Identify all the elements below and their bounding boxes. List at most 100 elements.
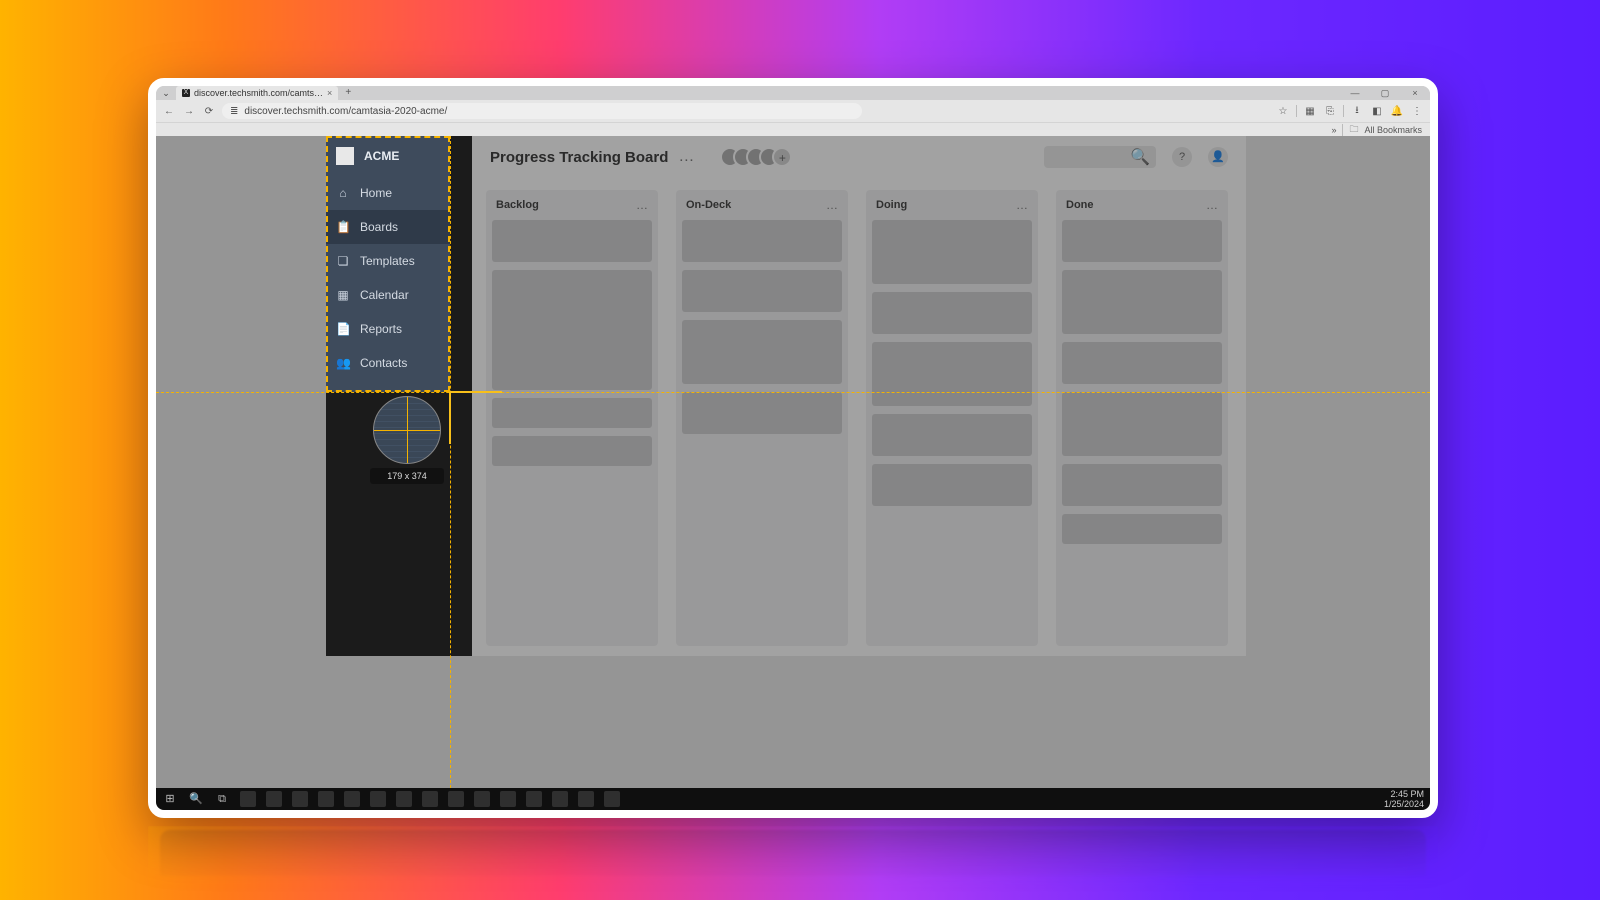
app-sidebar: ACME ⌂ Home 📋 Boards ❏ Templates <box>326 136 450 392</box>
toolbar-separator <box>1343 105 1344 117</box>
capture-edge-horizontal <box>450 391 502 393</box>
taskbar-app-icon[interactable] <box>370 791 386 807</box>
taskbar-app-icon[interactable] <box>396 791 412 807</box>
profile-icon[interactable]: 🔔 <box>1390 106 1404 117</box>
card-placeholder[interactable] <box>682 320 842 384</box>
tab-strip: ⌄ X discover.techsmith.com/camts… × + <box>156 86 354 100</box>
sidebar-item-label: Contacts <box>360 356 407 370</box>
tab-list-arrow-icon[interactable]: ⌄ <box>160 87 172 99</box>
taskbar-search-icon[interactable]: 🔍 <box>188 791 204 807</box>
reports-icon: 📄 <box>336 322 350 336</box>
gradient-stage: ⌄ X discover.techsmith.com/camts… × + — … <box>0 0 1600 900</box>
board-title-menu-icon[interactable]: … <box>678 148 694 166</box>
card-placeholder[interactable] <box>872 292 1032 334</box>
avatar[interactable] <box>746 147 766 167</box>
taskbar-app-icon[interactable] <box>552 791 568 807</box>
taskbar-app-icon[interactable] <box>318 791 334 807</box>
card-placeholder[interactable] <box>1062 392 1222 456</box>
site-info-icon[interactable]: ≣ <box>230 106 238 117</box>
card-placeholder[interactable] <box>492 436 652 466</box>
taskbar-app-icon[interactable] <box>500 791 516 807</box>
card-placeholder[interactable] <box>492 270 652 390</box>
bookmarks-separator <box>1342 124 1343 136</box>
card-placeholder[interactable] <box>492 220 652 262</box>
sidebar-item-calendar[interactable]: ▦ Calendar <box>326 278 450 312</box>
taskbar-app-icon[interactable] <box>240 791 256 807</box>
sidebar-item-templates[interactable]: ❏ Templates <box>326 244 450 278</box>
window-minimize-button[interactable]: — <box>1340 86 1370 100</box>
side-panel-icon[interactable]: ◧ <box>1370 106 1384 117</box>
taskbar-app-icon[interactable] <box>604 791 620 807</box>
capture-guide-horizontal <box>156 392 1430 393</box>
nav-reload-button[interactable]: ⟳ <box>202 106 216 117</box>
card-placeholder[interactable] <box>682 270 842 312</box>
taskbar-app-icon[interactable] <box>448 791 464 807</box>
column-menu-icon[interactable]: … <box>1016 198 1028 212</box>
sidebar-item-home[interactable]: ⌂ Home <box>326 176 450 210</box>
all-bookmarks-link[interactable]: All Bookmarks <box>1364 125 1422 135</box>
taskbar-app-icon[interactable] <box>578 791 594 807</box>
taskbar-app-icon[interactable] <box>474 791 490 807</box>
card-placeholder[interactable] <box>1062 464 1222 506</box>
sidebar-brand[interactable]: ACME <box>326 136 450 176</box>
help-button[interactable]: ? <box>1172 147 1192 167</box>
folder-icon: 🗀 <box>1349 122 1358 138</box>
search-icon: 🔍 <box>1130 147 1150 167</box>
sidebar-item-reports[interactable]: 📄 Reports <box>326 312 450 346</box>
avatar[interactable] <box>733 147 753 167</box>
card-placeholder[interactable] <box>1062 270 1222 334</box>
card-placeholder[interactable] <box>682 220 842 262</box>
sidebar-item-contacts[interactable]: 👥 Contacts <box>326 346 450 380</box>
column-menu-icon[interactable]: … <box>636 198 648 212</box>
board-search-input[interactable]: 🔍 <box>1044 146 1156 168</box>
card-placeholder[interactable] <box>492 398 652 428</box>
bookmark-star-icon[interactable]: ☆ <box>1276 106 1290 117</box>
avatar[interactable] <box>759 147 779 167</box>
card-placeholder[interactable] <box>682 392 842 434</box>
card-placeholder[interactable] <box>872 220 1032 284</box>
address-bar: ← → ⟳ ≣ discover.techsmith.com/camtasia-… <box>156 100 1430 122</box>
card-placeholder[interactable] <box>1062 342 1222 384</box>
add-member-button[interactable]: + <box>772 147 792 167</box>
column-menu-icon[interactable]: … <box>826 198 838 212</box>
column-backlog: Backlog … <box>486 190 658 646</box>
avatar[interactable] <box>720 147 740 167</box>
start-button[interactable]: ⊞ <box>162 791 178 807</box>
task-view-icon[interactable]: ⧉ <box>214 791 230 807</box>
taskbar-app-icon[interactable] <box>266 791 282 807</box>
home-icon: ⌂ <box>336 186 350 200</box>
taskbar-app-icon[interactable] <box>344 791 360 807</box>
system-clock[interactable]: 2:45 PM 1/25/2024 <box>1384 789 1424 809</box>
taskbar-app-icon[interactable] <box>422 791 438 807</box>
window-maximize-button[interactable]: ▢ <box>1370 86 1400 100</box>
user-avatar-button[interactable]: 👤 <box>1208 147 1228 167</box>
card-placeholder[interactable] <box>872 414 1032 456</box>
nav-back-button[interactable]: ← <box>162 106 176 117</box>
column-title: Doing <box>876 199 907 211</box>
board-title: Progress Tracking Board <box>490 149 668 166</box>
card-placeholder[interactable] <box>872 464 1032 506</box>
downloads-icon[interactable]: ⭳ <box>1350 103 1364 120</box>
browser-tab[interactable]: X discover.techsmith.com/camts… × <box>176 86 338 100</box>
nav-forward-button[interactable]: → <box>182 106 196 117</box>
browser-menu-icon[interactable]: ⋮ <box>1410 106 1424 117</box>
browser-window: ⌄ X discover.techsmith.com/camts… × + — … <box>156 86 1430 810</box>
magnifier-lens-icon <box>373 396 441 464</box>
windows-taskbar: ⊞ 🔍 ⧉ 2:45 PM <box>156 788 1430 810</box>
card-placeholder[interactable] <box>1062 514 1222 544</box>
capture-selection-rect[interactable] <box>326 136 450 392</box>
url-field[interactable]: ≣ discover.techsmith.com/camtasia-2020-a… <box>222 103 862 119</box>
extension-icon[interactable]: ▦ <box>1303 106 1317 117</box>
card-placeholder[interactable] <box>1062 220 1222 262</box>
taskbar-app-icon[interactable] <box>526 791 542 807</box>
new-tab-button[interactable]: + <box>342 87 354 99</box>
bookmarks-overflow-icon[interactable]: » <box>1331 125 1336 135</box>
column-menu-icon[interactable]: … <box>1206 198 1218 212</box>
sidebar-item-boards[interactable]: 📋 Boards <box>326 210 450 244</box>
sidebar-item-label: Reports <box>360 322 402 336</box>
extensions-puzzle-icon[interactable]: ⎘ <box>1323 106 1337 117</box>
window-close-button[interactable]: × <box>1400 86 1430 100</box>
taskbar-app-icon[interactable] <box>292 791 308 807</box>
card-placeholder[interactable] <box>872 342 1032 406</box>
tab-close-icon[interactable]: × <box>327 88 332 98</box>
